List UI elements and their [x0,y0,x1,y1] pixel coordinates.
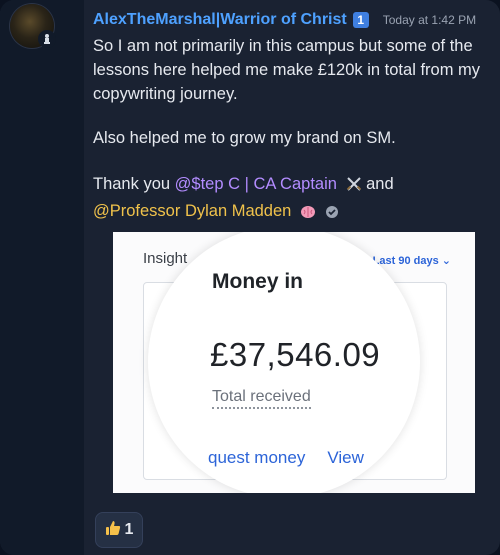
timestamp: Today at 1:42 PM [382,13,477,27]
gutter [0,0,84,555]
view-link: View [327,448,364,467]
message-header: AlexTheMarshal|Warrior of Christ 1 Today… [93,9,490,31]
card-title: Money in [212,270,304,293]
chevron-down-icon: ⌄ [441,255,451,267]
reaction-count: 1 [124,521,134,538]
message-text: Thank you [93,175,175,193]
role-badge: 1 [352,12,369,28]
reaction-thumbs-up[interactable]: 1 [95,512,143,548]
crossed-swords-icon [346,175,362,199]
insights-label: Insight [143,250,188,267]
amount-value: £37,546.09 [210,336,381,373]
image-attachment[interactable]: Insight Last 90 days ⌄ Money in £37,546.… [113,232,475,493]
message-text: Also helped me to grow my brand on SM. [93,129,396,147]
chess-piece-icon [38,30,56,48]
mention-professor[interactable]: @Professor Dylan Madden [93,202,291,220]
message-text: and [361,175,394,193]
chat-message-panel: AlexTheMarshal|Warrior of Christ 1 Today… [0,0,500,555]
amount-label: Total received [212,388,311,409]
date-range: Last 90 days ⌄ [372,255,451,267]
message-text: So I am not primarily in this campus but… [93,37,481,103]
verified-badge-icon [325,202,339,226]
message-paragraph-1: So I am not primarily in this campus but… [93,34,488,106]
username[interactable]: AlexTheMarshal|Warrior of Christ [93,11,347,29]
message-paragraph-2: Also helped me to grow my brand on SM. [93,126,488,150]
thumbs-up-icon [105,520,121,541]
request-money-link: quest money [208,448,306,467]
message-paragraph-3: Thank you @$tep C | CA Captain and @Prof… [93,172,488,226]
magnified-view: Money in £37,546.09 Total received quest… [148,232,420,493]
card-actions: quest money View [208,448,364,468]
brain-icon [300,202,316,226]
mention-step-c[interactable]: @$tep C | CA Captain [175,175,337,193]
